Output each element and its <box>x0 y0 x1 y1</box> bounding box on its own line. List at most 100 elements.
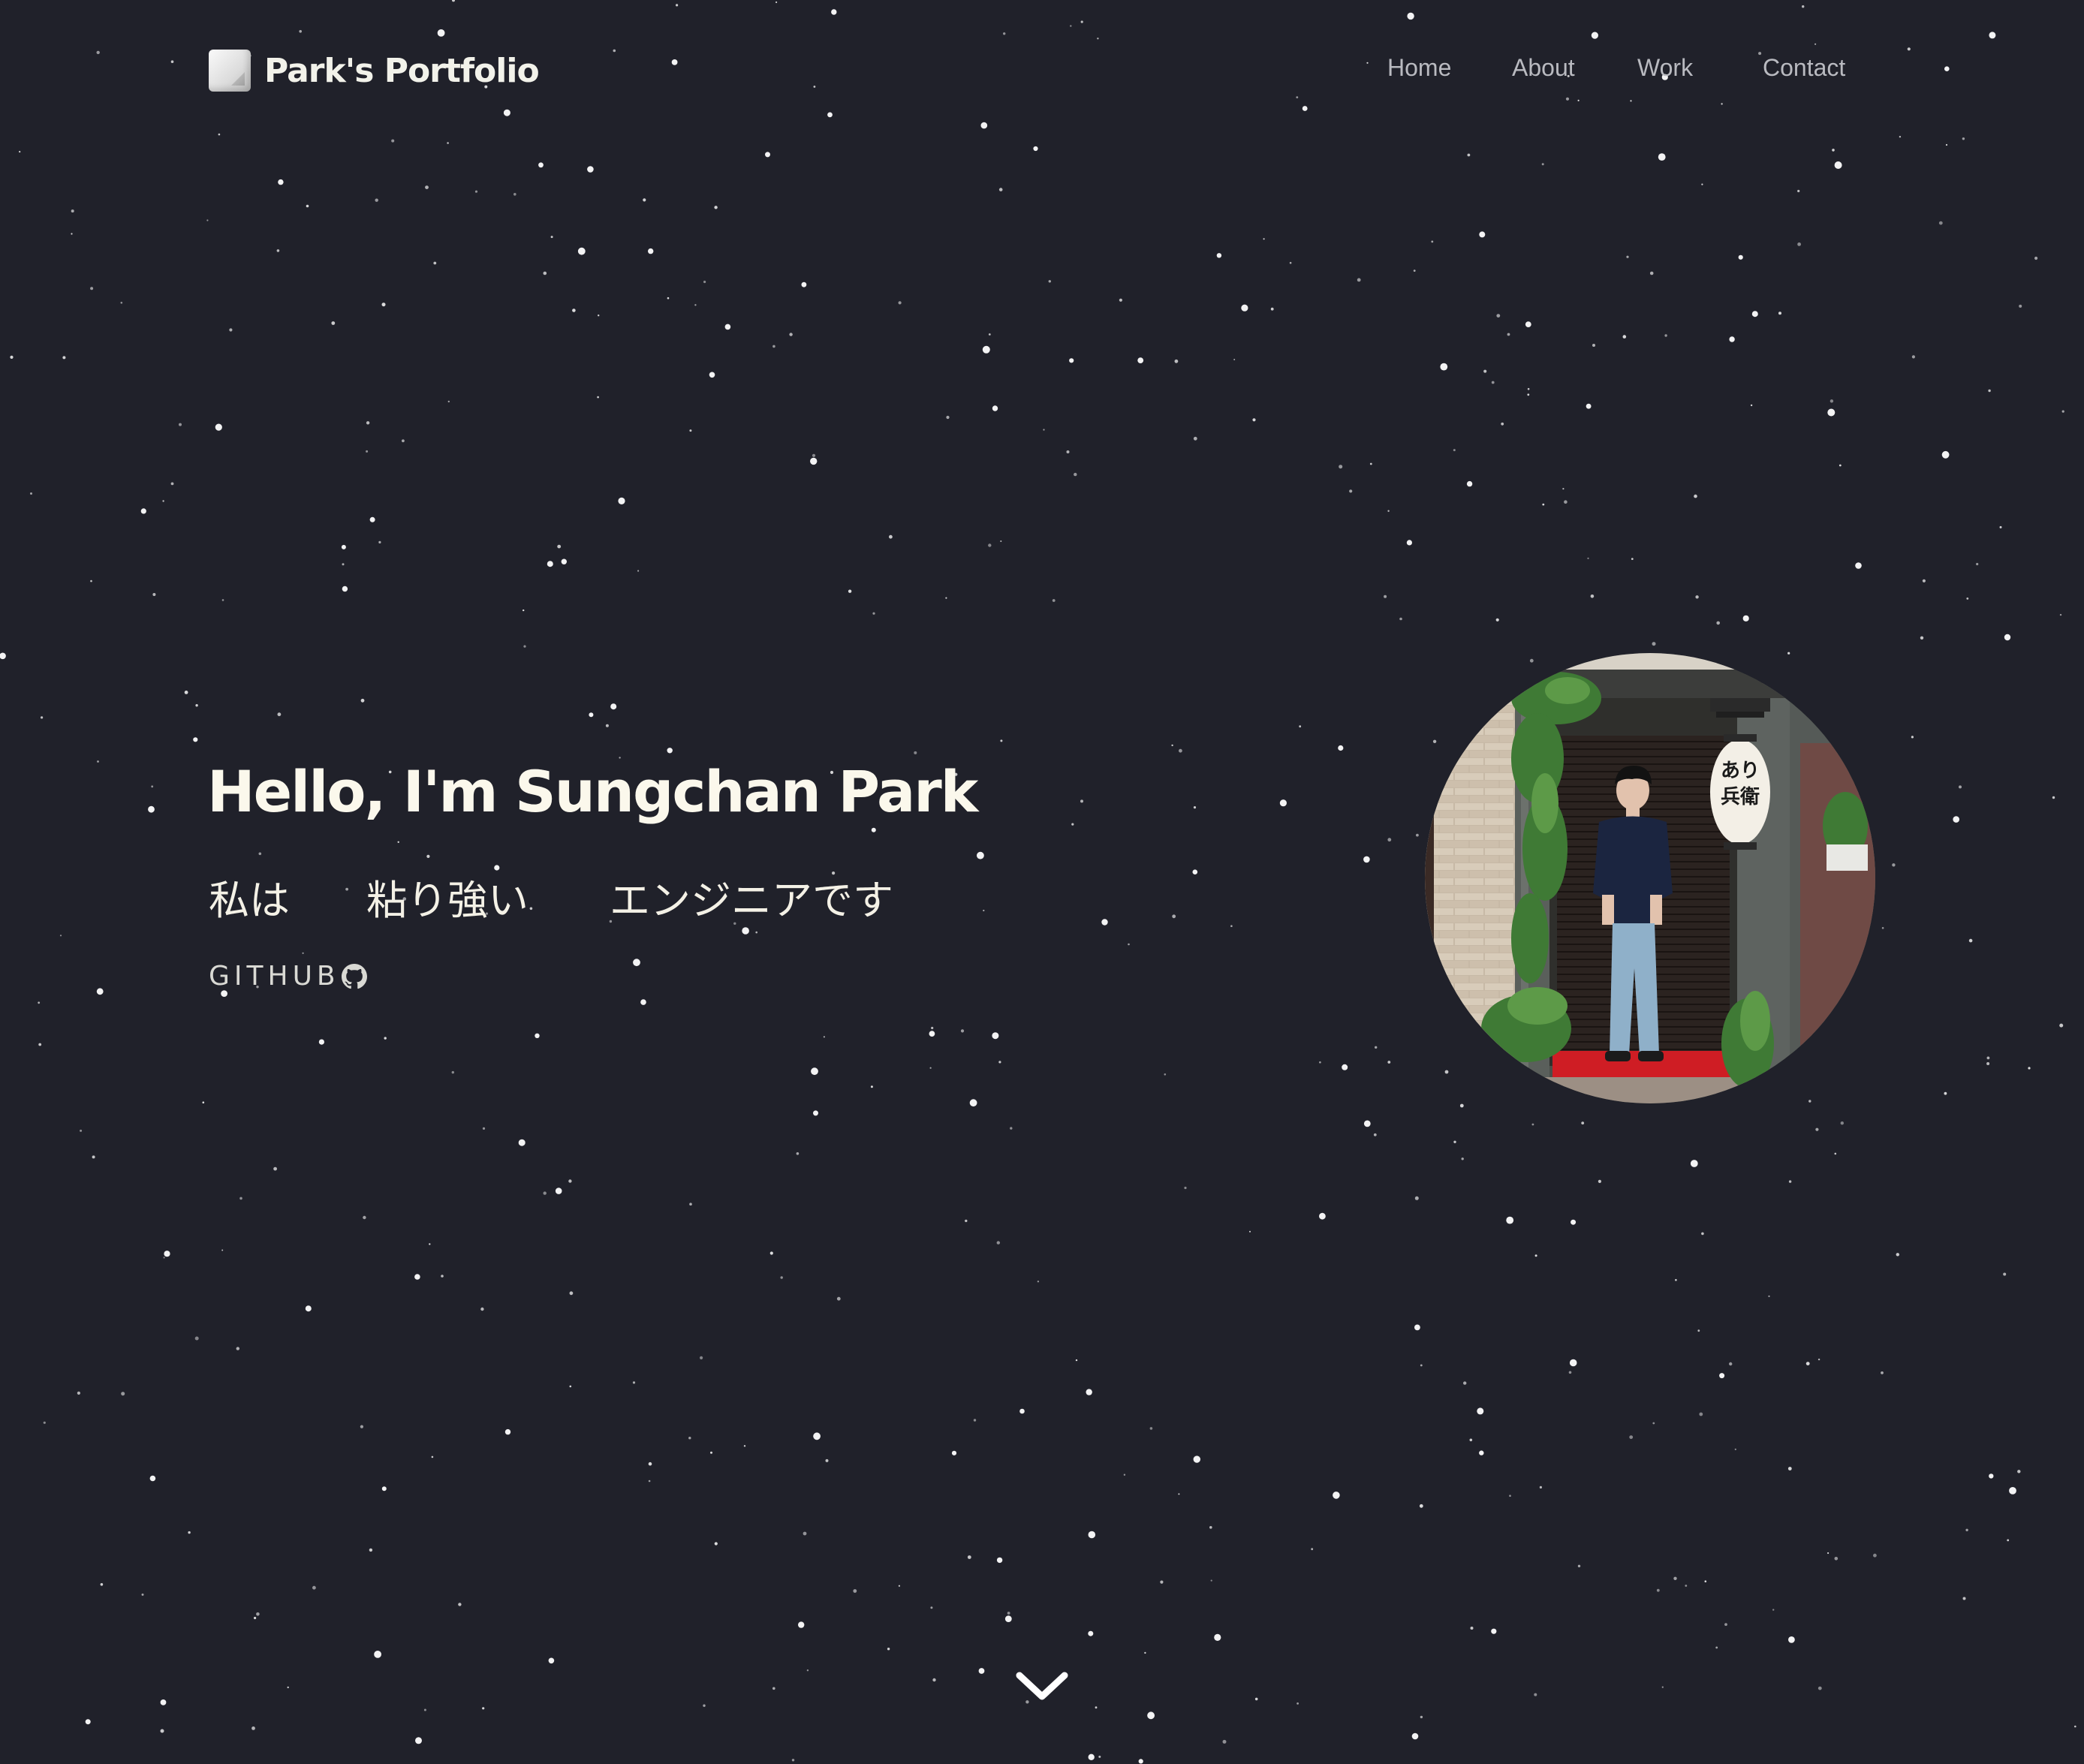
star <box>1469 1438 1473 1442</box>
star <box>179 423 182 426</box>
star <box>2059 1023 2064 1028</box>
star <box>550 236 553 239</box>
star <box>1787 652 1790 655</box>
star <box>1459 1103 1464 1108</box>
star <box>1953 816 1959 823</box>
star <box>1184 1186 1187 1190</box>
star <box>1664 334 1667 337</box>
star <box>1399 617 1402 621</box>
star <box>992 1032 999 1040</box>
star <box>1721 103 1723 105</box>
star <box>946 415 950 420</box>
star <box>1541 163 1544 166</box>
star <box>513 193 516 196</box>
star <box>85 1719 91 1725</box>
star <box>806 1669 809 1672</box>
github-icon <box>341 963 367 989</box>
star <box>1989 1474 1994 1479</box>
star <box>251 1726 255 1730</box>
star <box>1586 403 1592 409</box>
star <box>671 59 678 65</box>
star <box>2028 1067 2031 1070</box>
document-icon <box>209 50 251 92</box>
star <box>742 927 749 935</box>
star <box>120 302 123 304</box>
star <box>90 287 94 290</box>
star <box>1033 146 1038 152</box>
star <box>980 122 988 129</box>
star <box>480 1307 484 1311</box>
github-link[interactable]: GITHUB <box>209 961 367 992</box>
star <box>1701 183 1703 185</box>
star <box>1349 489 1353 493</box>
chevron-down-icon[interactable] <box>1013 1668 1071 1705</box>
star <box>597 396 599 399</box>
star <box>229 328 233 332</box>
star <box>543 271 547 275</box>
star <box>709 372 715 378</box>
star <box>152 593 156 596</box>
star <box>930 1606 933 1609</box>
star <box>836 1296 841 1301</box>
star <box>1817 1358 1820 1361</box>
star <box>1453 1140 1456 1144</box>
logo-link[interactable]: Park's Portfolio <box>209 50 540 92</box>
star <box>1768 1295 1770 1297</box>
star <box>1944 1091 1947 1095</box>
star <box>1369 462 1372 465</box>
star <box>273 1166 277 1171</box>
star <box>1832 149 1835 152</box>
nav-contact[interactable]: Contact <box>1763 54 1845 82</box>
star <box>1007 1612 1010 1615</box>
svg-text:兵衛: 兵衛 <box>1721 786 1760 808</box>
star <box>929 1031 935 1037</box>
nav-about[interactable]: About <box>1512 54 1575 82</box>
star <box>287 1686 289 1689</box>
star <box>992 405 998 411</box>
star <box>163 1257 165 1259</box>
star <box>1470 1627 1474 1630</box>
star <box>100 1583 104 1586</box>
star <box>572 309 576 312</box>
star <box>1719 1373 1725 1379</box>
star <box>898 301 902 305</box>
nav-home[interactable]: Home <box>1387 54 1451 82</box>
star <box>458 1603 462 1606</box>
star <box>1299 725 1302 728</box>
star <box>780 1276 783 1279</box>
star <box>160 1699 167 1705</box>
star <box>1581 1121 1585 1124</box>
star <box>1289 261 1292 264</box>
star <box>452 0 455 2</box>
star <box>1675 1278 1677 1281</box>
star <box>1562 488 1565 490</box>
star <box>1564 500 1568 504</box>
star <box>569 1385 572 1388</box>
star <box>1527 393 1530 396</box>
star <box>1661 1686 1664 1688</box>
star <box>451 1070 454 1074</box>
nav-work[interactable]: Work <box>1637 54 1693 82</box>
star <box>598 315 600 317</box>
star <box>523 645 526 648</box>
star <box>996 1241 1001 1245</box>
star <box>30 492 32 495</box>
star <box>803 1531 807 1536</box>
star <box>1479 1450 1484 1455</box>
star <box>988 333 991 336</box>
star <box>1192 869 1198 874</box>
star <box>221 1249 224 1251</box>
star <box>504 1428 511 1435</box>
star <box>299 30 303 33</box>
star <box>1366 62 1369 64</box>
star <box>523 609 525 612</box>
star <box>618 497 625 505</box>
star <box>1873 1553 1877 1558</box>
star <box>1003 32 1006 35</box>
star <box>1911 355 1915 359</box>
star <box>1694 494 1697 498</box>
star <box>96 988 104 995</box>
star <box>848 589 852 593</box>
star <box>538 162 544 168</box>
star <box>983 909 985 912</box>
